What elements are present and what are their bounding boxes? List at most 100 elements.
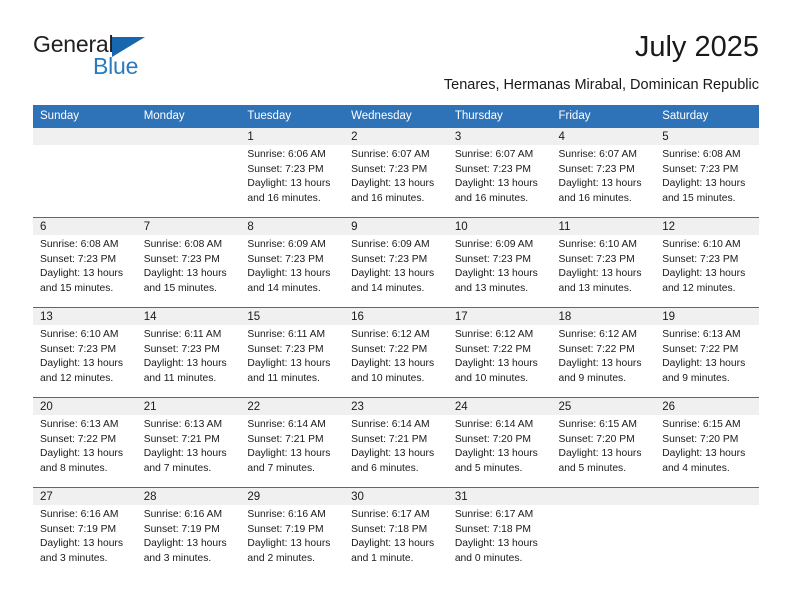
calendar-day-cell[interactable]: 19 Sunrise: 6:13 AM Sunset: 7:22 PM Dayligh… xyxy=(655,307,759,398)
daylight-text-line1: Daylight: 13 hours xyxy=(40,448,123,460)
calendar-day-cell[interactable]: 16 Sunrise: 6:12 AM Sunset: 7:22 PM Dayligh… xyxy=(344,307,448,398)
day-number: 3 xyxy=(447,128,552,145)
day-details: Sunrise: 6:13 AM Sunset: 7:22 PM Daylight:… xyxy=(33,415,137,476)
sunrise-text: Sunrise: 6:09 AM xyxy=(247,239,326,250)
daylight-text-line2: and 5 minutes. xyxy=(558,462,627,474)
calendar-day-cell[interactable]: 5 Sunrise: 6:08 AM Sunset: 7:23 PM Daylight… xyxy=(655,128,759,218)
calendar-day-cell[interactable]: 13 Sunrise: 6:10 AM Sunset: 7:23 PM Dayligh… xyxy=(33,307,137,398)
calendar-day-cell[interactable]: 29 Sunrise: 6:16 AM Sunset: 7:19 PM Dayligh… xyxy=(240,487,345,577)
day-number: 18 xyxy=(551,308,656,325)
day-number: 12 xyxy=(655,218,759,235)
calendar-header-row: Sunday Monday Tuesday Wednesday Thursday… xyxy=(33,105,759,128)
day-number: 7 xyxy=(136,218,241,235)
daylight-text-line1: Daylight: 13 hours xyxy=(558,178,642,190)
calendar-week-row: 6 Sunrise: 6:08 AM Sunset: 7:23 PM Daylight… xyxy=(33,217,759,308)
calendar-day-cell[interactable]: 31 Sunrise: 6:17 AM Sunset: 7:18 PM Dayligh… xyxy=(447,487,552,577)
calendar-day-cell[interactable]: 6 Sunrise: 6:08 AM Sunset: 7:23 PM Daylight… xyxy=(33,217,137,308)
calendar-day-cell[interactable]: 17 Sunrise: 6:12 AM Sunset: 7:22 PM Dayligh… xyxy=(447,307,552,398)
daylight-text-line1: Daylight: 13 hours xyxy=(351,448,435,460)
sunrise-text: Sunrise: 6:16 AM xyxy=(143,509,223,520)
calendar-day-cell[interactable]: 1 Sunrise: 6:06 AM Sunset: 7:23 PM Daylight… xyxy=(240,128,345,218)
calendar-day-cell[interactable]: 11 Sunrise: 6:10 AM Sunset: 7:23 PM Dayligh… xyxy=(551,217,656,308)
calendar-day-cell[interactable]: 15 Sunrise: 6:11 AM Sunset: 7:23 PM Dayligh… xyxy=(240,307,345,398)
day-number: 16 xyxy=(344,308,448,325)
daylight-text-line1: Daylight: 13 hours xyxy=(351,268,435,280)
daylight-text-line2: and 3 minutes. xyxy=(40,552,108,564)
sunset-text: Sunset: 7:20 PM xyxy=(662,433,739,445)
daylight-text-line2: and 12 minutes. xyxy=(662,282,736,294)
calendar-day-cell[interactable]: 10 Sunrise: 6:09 AM Sunset: 7:23 PM Dayligh… xyxy=(447,217,552,308)
sunset-text: Sunset: 7:22 PM xyxy=(662,343,739,355)
daylight-text-line2: and 10 minutes. xyxy=(454,372,529,384)
calendar-day-cell[interactable]: 18 Sunrise: 6:12 AM Sunset: 7:22 PM Dayligh… xyxy=(551,307,656,398)
calendar-week-row: 27 Sunrise: 6:16 AM Sunset: 7:19 PM Dayligh… xyxy=(33,487,759,577)
sunrise-text: Sunrise: 6:07 AM xyxy=(558,149,637,160)
calendar-day-cell[interactable]: 27 Sunrise: 6:16 AM Sunset: 7:19 PM Dayligh… xyxy=(33,487,137,577)
calendar-day-cell[interactable]: 21 Sunrise: 6:13 AM Sunset: 7:21 PM Dayligh… xyxy=(136,397,241,488)
sunrise-text: Sunrise: 6:14 AM xyxy=(247,419,326,430)
calendar-day-cell[interactable]: 24 Sunrise: 6:14 AM Sunset: 7:20 PM Dayligh… xyxy=(447,397,552,488)
sunset-text: Sunset: 7:22 PM xyxy=(40,433,117,445)
location-subtitle: Tenares, Hermanas Mirabal, Dominican Rep… xyxy=(443,77,759,93)
calendar-day-cell[interactable]: 23 Sunrise: 6:14 AM Sunset: 7:21 PM Dayligh… xyxy=(344,397,448,488)
calendar-day-cell[interactable]: 12 Sunrise: 6:10 AM Sunset: 7:23 PM Dayligh… xyxy=(655,217,759,308)
daylight-text-line2: and 15 minutes. xyxy=(143,282,217,294)
calendar-day-cell[interactable] xyxy=(551,487,656,577)
daylight-text-line2: and 14 minutes. xyxy=(351,282,425,294)
day-details xyxy=(137,145,241,148)
calendar-week-row: 13 Sunrise: 6:10 AM Sunset: 7:23 PM Dayligh… xyxy=(33,307,759,398)
calendar-day-cell[interactable]: 22 Sunrise: 6:14 AM Sunset: 7:21 PM Dayligh… xyxy=(240,397,345,488)
calendar-day-cell[interactable] xyxy=(33,128,137,218)
daylight-text-line1: Daylight: 13 hours xyxy=(247,448,331,460)
daylight-text-line1: Daylight: 13 hours xyxy=(662,268,746,280)
daylight-text-line2: and 15 minutes. xyxy=(662,192,736,204)
daylight-text-line2: and 0 minutes. xyxy=(454,552,523,564)
daylight-text-line2: and 16 minutes. xyxy=(558,192,632,204)
daylight-text-line1: Daylight: 13 hours xyxy=(351,178,435,190)
daylight-text-line1: Daylight: 13 hours xyxy=(247,358,331,370)
calendar-day-cell[interactable]: 2 Sunrise: 6:07 AM Sunset: 7:23 PM Daylight… xyxy=(344,128,448,218)
daylight-text-line1: Daylight: 13 hours xyxy=(143,538,227,550)
daylight-text-line2: and 16 minutes. xyxy=(247,192,321,204)
weekday-header-tuesday: Tuesday xyxy=(240,105,345,128)
day-details: Sunrise: 6:11 AM Sunset: 7:23 PM Daylight:… xyxy=(240,325,344,386)
daylight-text-line1: Daylight: 13 hours xyxy=(454,178,538,190)
calendar-day-cell[interactable]: 20 Sunrise: 6:13 AM Sunset: 7:22 PM Dayligh… xyxy=(33,397,137,488)
day-details: Sunrise: 6:12 AM Sunset: 7:22 PM Daylight:… xyxy=(448,325,552,386)
sunset-text: Sunset: 7:23 PM xyxy=(558,163,635,175)
calendar-day-cell[interactable] xyxy=(655,487,759,577)
calendar-day-cell[interactable]: 26 Sunrise: 6:15 AM Sunset: 7:20 PM Dayligh… xyxy=(655,397,759,488)
calendar-day-cell[interactable] xyxy=(136,128,241,218)
sunrise-text: Sunrise: 6:11 AM xyxy=(247,329,326,340)
sunset-text: Sunset: 7:23 PM xyxy=(247,163,324,175)
day-details: Sunrise: 6:16 AM Sunset: 7:19 PM Daylight:… xyxy=(240,505,344,566)
day-number: 28 xyxy=(136,488,241,505)
sunrise-text: Sunrise: 6:07 AM xyxy=(351,149,430,160)
day-number: 4 xyxy=(551,128,656,145)
daylight-text-line1: Daylight: 13 hours xyxy=(454,538,538,550)
calendar-day-cell[interactable]: 14 Sunrise: 6:11 AM Sunset: 7:23 PM Dayligh… xyxy=(136,307,241,398)
calendar-day-cell[interactable]: 8 Sunrise: 6:09 AM Sunset: 7:23 PM Daylight… xyxy=(240,217,345,308)
calendar-day-cell[interactable]: 4 Sunrise: 6:07 AM Sunset: 7:23 PM Daylight… xyxy=(551,128,656,218)
daylight-text-line2: and 3 minutes. xyxy=(143,552,212,564)
calendar-day-cell[interactable]: 3 Sunrise: 6:07 AM Sunset: 7:23 PM Daylight… xyxy=(447,128,552,218)
weekday-header-saturday: Saturday xyxy=(655,105,759,128)
calendar-day-cell[interactable]: 7 Sunrise: 6:08 AM Sunset: 7:23 PM Daylight… xyxy=(136,217,241,308)
day-number: 25 xyxy=(551,398,656,415)
day-number: 19 xyxy=(655,308,759,325)
calendar-day-cell[interactable]: 25 Sunrise: 6:15 AM Sunset: 7:20 PM Dayligh… xyxy=(551,397,656,488)
day-details: Sunrise: 6:07 AM Sunset: 7:23 PM Daylight:… xyxy=(448,145,552,206)
sunset-text: Sunset: 7:23 PM xyxy=(351,253,428,265)
calendar-day-cell[interactable]: 30 Sunrise: 6:17 AM Sunset: 7:18 PM Dayligh… xyxy=(344,487,448,577)
weekday-header-monday: Monday xyxy=(136,105,241,128)
sunrise-text: Sunrise: 6:17 AM xyxy=(351,509,430,520)
sunrise-text: Sunrise: 6:10 AM xyxy=(40,329,119,340)
daylight-text-line1: Daylight: 13 hours xyxy=(247,268,331,280)
calendar-day-cell[interactable]: 9 Sunrise: 6:09 AM Sunset: 7:23 PM Daylight… xyxy=(344,217,448,308)
daylight-text-line2: and 11 minutes. xyxy=(143,372,217,384)
sunset-text: Sunset: 7:23 PM xyxy=(662,163,739,175)
calendar-day-cell[interactable]: 28 Sunrise: 6:16 AM Sunset: 7:19 PM Dayligh… xyxy=(136,487,241,577)
sunset-text: Sunset: 7:19 PM xyxy=(247,523,324,535)
day-details: Sunrise: 6:10 AM Sunset: 7:23 PM Daylight:… xyxy=(33,325,137,386)
day-details: Sunrise: 6:16 AM Sunset: 7:19 PM Daylight:… xyxy=(33,505,137,566)
